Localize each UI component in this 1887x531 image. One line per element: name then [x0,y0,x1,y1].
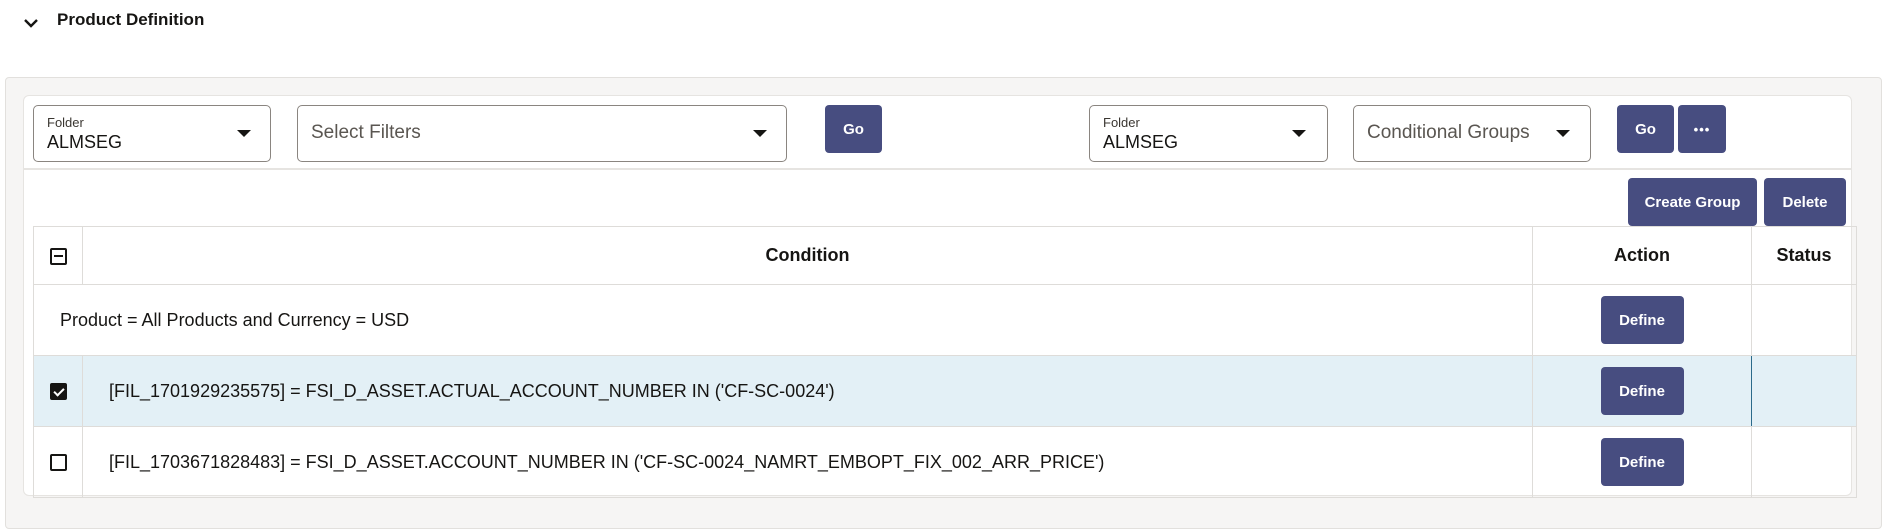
folder-value: ALMSEG [47,132,123,152]
row-select-cell [33,355,83,427]
row-checkbox[interactable] [49,383,67,401]
filter-placeholder: Select Filters [311,122,421,143]
caret-down-icon [753,130,767,137]
action-cell: Define [1532,355,1752,427]
condition-cell: Product = All Products and Currency = US… [33,284,1533,356]
conditional-groups-select[interactable]: Conditional Groups [1353,105,1591,162]
folder-label: Folder [47,115,84,130]
section-header: Product Definition [0,0,1887,42]
create-group-button[interactable]: Create Group [1628,178,1757,226]
status-cell [1751,426,1857,498]
table-header-row: Condition Action Status [33,226,1857,285]
caret-down-icon [1292,130,1306,137]
table-row[interactable]: [FIL_1703671828483] = FSI_D_ASSET.ACCOUN… [33,426,1857,498]
caret-down-icon [1556,130,1570,137]
conditional-groups-value: Conditional Groups [1367,122,1530,143]
define-button[interactable]: Define [1600,438,1684,486]
folder-label: Folder [1103,115,1140,130]
folder-value: ALMSEG [1103,132,1179,152]
table-row[interactable]: Product = All Products and Currency = US… [33,284,1857,356]
conditions-table: Condition Action Status Product = All Pr… [33,226,1857,498]
select-all-checkbox[interactable] [49,247,67,265]
more-icon: ••• [1693,121,1711,137]
define-button[interactable]: Define [1600,296,1684,344]
condition-cell: [FIL_1701929235575] = FSI_D_ASSET.ACTUAL… [82,355,1533,427]
action-cell: Define [1532,426,1752,498]
more-options-button[interactable]: ••• [1678,105,1726,153]
select-all-header [33,226,83,285]
table-row[interactable]: [FIL_1701929235575] = FSI_D_ASSET.ACTUAL… [33,355,1857,427]
define-button[interactable]: Define [1600,367,1684,415]
status-cell [1751,355,1857,427]
delete-button[interactable]: Delete [1764,178,1846,226]
folder-select-left[interactable]: Folder ALMSEG [33,105,271,162]
go-button-right[interactable]: Go [1617,105,1674,153]
caret-down-icon [237,130,251,137]
status-cell [1751,284,1857,356]
column-header-status[interactable]: Status [1751,226,1857,285]
condition-cell: [FIL_1703671828483] = FSI_D_ASSET.ACCOUN… [82,426,1533,498]
row-checkbox[interactable] [49,454,67,472]
section-title: Product Definition [57,10,205,29]
chevron-down-icon[interactable] [22,14,40,32]
action-cell: Define [1532,284,1752,356]
column-header-action[interactable]: Action [1532,226,1752,285]
go-button-left[interactable]: Go [825,105,882,153]
row-select-cell [33,426,83,498]
column-header-condition[interactable]: Condition [82,226,1533,285]
filter-select[interactable]: Select Filters [297,105,787,162]
folder-select-right[interactable]: Folder ALMSEG [1089,105,1328,162]
